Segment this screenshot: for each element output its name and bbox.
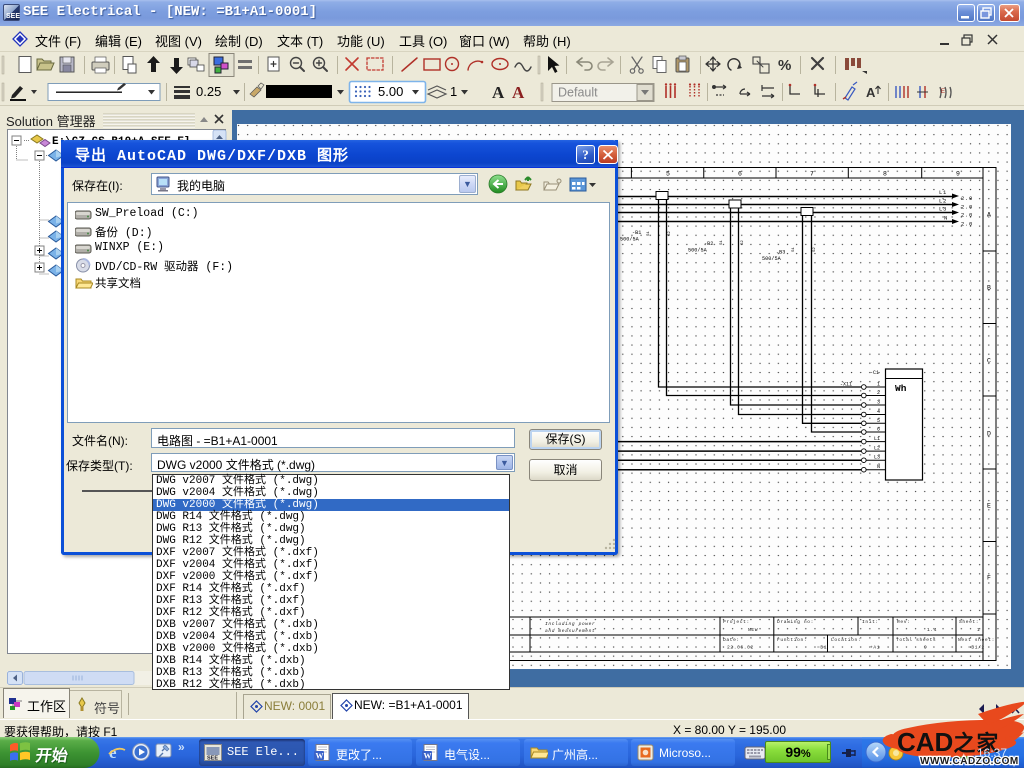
svg-text:1: 1 [977,627,980,633]
svg-text:3: 3 [877,400,880,406]
svg-text:Date:: Date: [723,637,740,643]
svg-text:2.0: 2.0 [961,204,973,211]
svg-text:Total sheets: Total sheets [896,637,936,643]
svg-text:2.0: 2.0 [961,221,973,228]
svg-text:Function:: Function: [777,637,807,643]
svg-text:7: 7 [810,171,814,178]
svg-text:Sheet:: Sheet: [959,619,979,625]
svg-text:W: W [316,752,324,761]
svg-text:A: A [866,85,876,100]
svg-text:A: A [987,212,991,219]
svg-text:L2: L2 [874,446,880,452]
svg-text:C: C [987,358,991,365]
svg-text:4: 4 [877,409,880,415]
svg-text:S1: S1 [792,247,796,252]
svg-text:F: F [987,575,991,582]
svg-text:Rev:: Rev: [897,619,910,625]
svg-text:Including power: Including power [545,621,595,627]
svg-text:S2: S2 [741,240,745,245]
svg-text:2.0: 2.0 [961,195,973,202]
svg-text:Init:: Init: [862,619,879,625]
svg-text:Next sheet:: Next sheet: [958,637,995,643]
svg-text:8: 8 [883,171,887,178]
svg-text:L3: L3 [939,206,947,213]
svg-text:=B1/2: =B1/2 [968,645,985,651]
svg-text:22.06.02: 22.06.02 [727,645,754,651]
svg-text:S1: S1 [647,231,651,236]
svg-text:5: 5 [877,418,880,424]
svg-text:E: E [987,503,991,510]
svg-text:1: 1 [877,382,880,388]
svg-text:-B1: -B1 [632,230,641,236]
svg-text:500/5A: 500/5A [620,237,640,243]
svg-text:-B3: -B3 [776,250,785,256]
svg-text:L1: L1 [939,189,947,196]
svg-text:SEE: SEE [207,756,218,762]
svg-text:A: A [512,83,525,102]
svg-text:S2: S2 [668,231,672,236]
svg-text:E: E [941,89,945,95]
svg-text:5: 5 [666,171,670,178]
svg-text:N: N [944,215,948,222]
svg-text:6: 6 [738,171,742,178]
svg-text:Project:: Project: [723,619,750,625]
svg-text:1: 1 [450,84,457,99]
svg-text:5.00: 5.00 [378,84,403,99]
svg-text:%: % [778,57,791,74]
svg-text:500/5A: 500/5A [762,256,782,262]
svg-text:1.4: 1.4 [927,627,937,633]
svg-text:Default: Default [558,86,598,100]
svg-text:L1: L1 [874,436,880,442]
svg-text:9: 9 [924,645,927,651]
svg-text:»: » [178,740,185,754]
svg-text:-C1: -C1 [870,370,879,376]
svg-text:Location:: Location: [831,637,861,643]
svg-text:L2: L2 [939,198,947,205]
svg-text:2: 2 [877,390,880,396]
svg-text:and measurement: and measurement [545,628,595,634]
svg-text:500/5A: 500/5A [688,248,708,254]
svg-text:D: D [987,431,991,438]
svg-text:S1: S1 [720,240,724,245]
svg-text:N: N [877,464,880,470]
svg-text:S2: S2 [813,247,817,252]
svg-text:B: B [987,285,991,292]
svg-text:Drawing no:: Drawing no: [777,619,814,625]
svg-text:L3: L3 [874,455,880,461]
svg-text:Wh: Wh [895,383,907,394]
svg-text:+A1: +A1 [870,645,880,651]
svg-text:A: A [492,83,505,102]
svg-text:-X11: -X11 [840,382,852,388]
svg-text:9: 9 [956,171,960,178]
svg-text:-B2: -B2 [704,241,713,247]
svg-text:=B1: =B1 [817,645,827,651]
svg-text:6: 6 [877,427,880,433]
svg-text:NEW: NEW [748,627,758,633]
svg-text:0.25: 0.25 [196,84,221,99]
svg-text:2.0: 2.0 [961,212,973,219]
